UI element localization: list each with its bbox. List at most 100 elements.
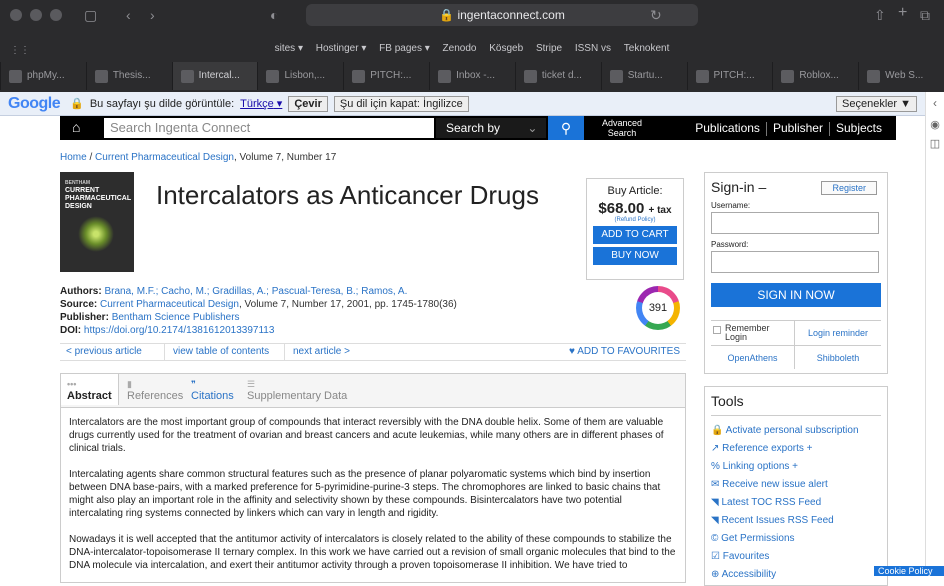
journal-cover[interactable]: BENTHAM CURRENT PHARMACEUTICAL DESIGN <box>60 172 134 272</box>
cover-title-3: DESIGN <box>65 203 92 210</box>
source-journal-link[interactable]: Current Pharmaceutical Design <box>100 299 239 310</box>
linking-options-link[interactable]: % Linking options + <box>711 458 881 476</box>
translate-prompt: Bu sayfayı şu dilde görüntüle: <box>89 97 235 110</box>
nav-subjects[interactable]: Subjects <box>836 121 882 135</box>
browser-tab[interactable]: PITCH:... <box>686 62 773 90</box>
remember-checkbox[interactable] <box>713 326 721 334</box>
recent-issues-rss-link[interactable]: ◥ Recent Issues RSS Feed <box>711 512 881 530</box>
fav-item[interactable]: FB pages ▾ <box>379 43 430 54</box>
cover-publisher: BENTHAM <box>65 180 90 186</box>
latest-toc-rss-link[interactable]: ◥ Latest TOC RSS Feed <box>711 494 881 512</box>
right-sidebar: ‹ ◉ ◫ <box>925 92 944 576</box>
browser-tab-active[interactable]: Intercal... <box>171 62 258 90</box>
cover-title-1: CURRENT <box>65 187 100 194</box>
back-icon[interactable]: ‹ <box>126 8 131 22</box>
close-window-button[interactable] <box>10 9 22 21</box>
refund-policy-link[interactable]: (Refund Policy) <box>587 217 683 223</box>
username-field[interactable] <box>711 212 879 234</box>
nav-publisher[interactable]: Publisher <box>773 121 823 135</box>
buy-now-button[interactable]: BUY NOW <box>593 247 677 265</box>
fav-item[interactable]: Zenodo <box>443 43 477 54</box>
toc-link[interactable]: view table of contents <box>164 344 269 360</box>
publisher-link[interactable]: Bentham Science Publishers <box>112 312 240 323</box>
tab-overview-icon[interactable]: ⧉ <box>920 8 930 22</box>
altmetric-badge[interactable]: 391 <box>636 286 680 330</box>
favicon-icon <box>94 69 108 83</box>
favicon-icon <box>9 69 22 83</box>
breadcrumb-home[interactable]: Home <box>60 152 87 163</box>
new-issue-alert-link[interactable]: ✉ Receive new issue alert <box>711 476 881 494</box>
remember-login[interactable]: Remember Login <box>711 321 795 345</box>
translate-bar: Google 🔒 Bu sayfayı şu dilde görüntüle: … <box>0 92 925 116</box>
activate-subscription-link[interactable]: 🔒 Activate personal subscription <box>711 422 881 440</box>
fav-item[interactable]: Hostinger ▾ <box>316 43 367 54</box>
add-to-cart-button[interactable]: ADD TO CART <box>593 226 677 244</box>
search-by-select[interactable]: Search by ⌄ <box>436 118 546 138</box>
article-meta: Authors: Brana, M.F.; Cacho, M.; Gradill… <box>60 286 457 336</box>
shibboleth-link[interactable]: Shibboleth <box>795 345 881 369</box>
shield-icon[interactable]: ◐ <box>270 8 278 22</box>
browser-tab[interactable]: Lisbon,... <box>257 62 343 90</box>
never-translate-button[interactable]: Şu dil için kapat: İngilizce <box>333 95 469 112</box>
altmetric-score: 391 <box>642 292 674 324</box>
advanced-search-link[interactable]: Advanced Search <box>592 118 652 138</box>
search-icon[interactable]: ⚲ <box>548 116 584 140</box>
eye-icon[interactable]: ◉ <box>926 118 944 131</box>
url-bar[interactable]: 🔒 ingentaconnect.com <box>306 4 698 26</box>
favicon-icon <box>438 69 452 83</box>
fav-item[interactable]: Stripe <box>536 43 562 54</box>
tab-supplementary[interactable]: ☰ Supplementary Data <box>247 378 347 402</box>
new-tab-icon[interactable]: + <box>898 5 907 21</box>
next-article-link[interactable]: next article > <box>284 344 350 360</box>
collapse-icon[interactable]: ‹ <box>926 96 944 110</box>
add-to-favourites-button[interactable]: ♥ ADD TO FAVOURITES <box>569 344 680 360</box>
fav-item[interactable]: Kösgeb <box>489 43 523 54</box>
password-field[interactable] <box>711 251 879 273</box>
home-icon[interactable]: ⌂ <box>72 119 80 135</box>
reference-exports-link[interactable]: ↗ Reference exports + <box>711 440 881 458</box>
browser-tab[interactable]: Thesis... <box>85 62 172 90</box>
note-icon[interactable]: ◫ <box>926 137 944 150</box>
sign-in-button[interactable]: SIGN IN NOW <box>711 283 881 307</box>
browser-tab[interactable]: Roblox... <box>772 62 858 90</box>
favourites-link[interactable]: ☑ Favourites <box>711 548 881 566</box>
forward-icon[interactable]: › <box>150 8 155 22</box>
browser-tab[interactable]: Startu... <box>600 62 687 90</box>
buy-article-box: Buy Article: $68.00 + tax (Refund Policy… <box>586 178 684 280</box>
browser-tab[interactable]: ticket d... <box>514 62 601 90</box>
share-icon[interactable]: ⇧ <box>874 8 886 22</box>
sidebar-icon[interactable]: ▢ <box>84 8 97 22</box>
previous-article-link[interactable]: < previous article <box>66 344 142 360</box>
minimize-window-button[interactable] <box>30 9 42 21</box>
get-permissions-link[interactable]: © Get Permissions <box>711 530 881 548</box>
tab-citations[interactable]: ❞ Citations <box>191 378 234 402</box>
register-button[interactable]: Register <box>821 181 877 195</box>
doi-link[interactable]: https://doi.org/10.2174/1381612013397113 <box>84 325 275 336</box>
zoom-window-button[interactable] <box>50 9 62 21</box>
abstract-paragraph: Nowadays it is well accepted that the an… <box>69 534 676 571</box>
breadcrumb-journal[interactable]: Current Pharmaceutical Design <box>95 152 234 163</box>
language-select[interactable]: Türkçe ▾ <box>240 97 282 110</box>
browser-tab[interactable]: Inbox -... <box>429 62 515 90</box>
fav-item[interactable]: ISSN vs <box>575 43 611 54</box>
tab-references[interactable]: ▮ References <box>127 378 183 402</box>
cookie-policy-button[interactable]: Cookie Policy <box>874 566 944 576</box>
browser-tab[interactable]: PITCH:... <box>343 62 429 90</box>
nav-publications[interactable]: Publications <box>695 121 760 135</box>
fav-item[interactable]: sites ▾ <box>275 43 303 54</box>
reload-icon[interactable]: ↻ <box>650 8 662 22</box>
fav-item[interactable]: Teknokent <box>624 43 670 54</box>
signin-options: Remember Login Login reminder OpenAthens… <box>711 320 881 369</box>
browser-tab[interactable]: phpMy... <box>0 62 86 90</box>
login-reminder-link[interactable]: Login reminder <box>795 321 881 345</box>
options-button[interactable]: Seçenekler ▼ <box>836 95 917 112</box>
search-input[interactable]: Search Ingenta Connect <box>104 118 434 138</box>
translate-button[interactable]: Çevir <box>288 95 328 112</box>
accessibility-link[interactable]: ⊕ Accessibility <box>711 566 881 584</box>
browser-tab[interactable]: Web S... <box>858 62 944 90</box>
tab-abstract[interactable]: ••• Abstract <box>61 374 119 405</box>
signin-box: Sign-in – Register Username: Password: S… <box>704 172 888 374</box>
authors-link[interactable]: Brana, M.F.; Cacho, M.; Gradillas, A.; P… <box>104 286 407 297</box>
tools-heading: Tools <box>711 393 881 416</box>
openathens-link[interactable]: OpenAthens <box>711 345 795 369</box>
